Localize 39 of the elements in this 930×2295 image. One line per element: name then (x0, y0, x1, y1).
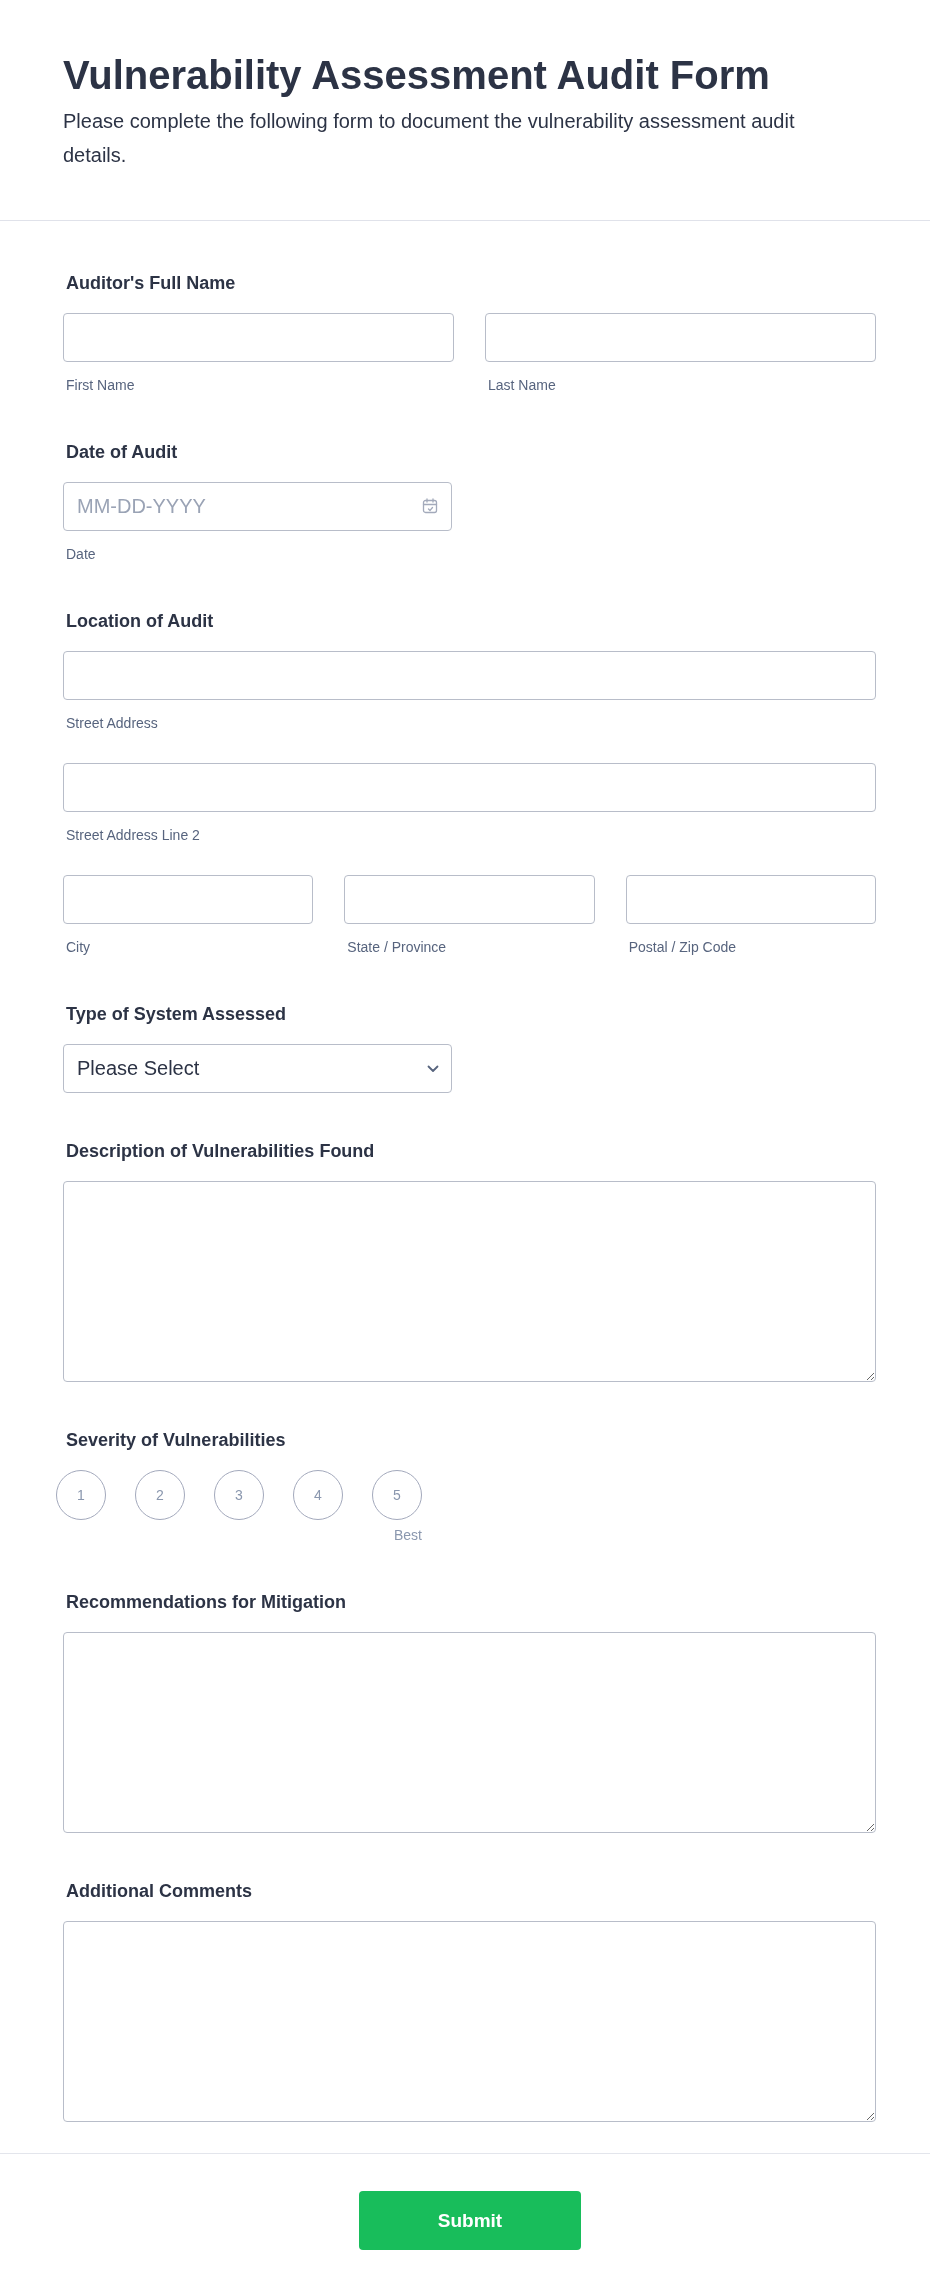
rating-option[interactable]: 1 (56, 1470, 106, 1520)
scale-end-label: Best (394, 1526, 422, 1544)
field-label: Type of System Assessed (66, 1003, 288, 1026)
input-field[interactable] (63, 763, 876, 812)
text-area[interactable] (63, 1921, 876, 2122)
text-area[interactable] (63, 1632, 876, 1833)
input-field[interactable] (63, 875, 314, 924)
dropdown[interactable]: Please Select (63, 1044, 452, 1093)
rating-option[interactable]: 2 (135, 1470, 185, 1520)
sub-label: Postal / Zip Code (628, 938, 738, 956)
field-label: Date of Audit (66, 441, 179, 464)
sub-label: First Name (66, 376, 136, 394)
field-label: Recommendations for Mitigation (66, 1591, 347, 1614)
field-label: Severity of Vulnerabilities (66, 1429, 287, 1452)
date-field[interactable]: MM-DD-YYYY (63, 482, 452, 531)
field-label: Location of Audit (66, 610, 215, 633)
sub-label: Last Name (488, 376, 557, 394)
sub-label: Date (66, 545, 97, 563)
text-area[interactable] (63, 1181, 876, 1382)
input-field[interactable] (625, 875, 876, 924)
field-label: Description of Vulnerabilities Found (66, 1140, 376, 1163)
input-field[interactable] (63, 313, 454, 362)
rating-option[interactable]: 5 (372, 1470, 422, 1520)
sub-label: State / Province (347, 938, 448, 956)
sub-label: Street Address (66, 714, 159, 732)
form-description: Please complete the following form to document the vulnerability assessment audit details. (63, 109, 796, 168)
input-field[interactable] (63, 651, 876, 700)
field-label: Additional Comments (66, 1880, 253, 1903)
rating-option[interactable]: 4 (293, 1470, 343, 1520)
rating-option[interactable]: 3 (214, 1470, 264, 1520)
input-field[interactable] (344, 875, 595, 924)
chevron-down-icon (427, 1064, 439, 1073)
sub-label: City (66, 938, 92, 956)
form-title: Vulnerability Assessment Audit Form (63, 52, 771, 98)
submit-button[interactable]: Submit (359, 2191, 581, 2250)
calendar-icon[interactable] (422, 498, 438, 514)
sub-label: Street Address Line 2 (66, 826, 201, 844)
input-field[interactable] (485, 313, 876, 362)
field-label: Auditor's Full Name (66, 272, 237, 295)
